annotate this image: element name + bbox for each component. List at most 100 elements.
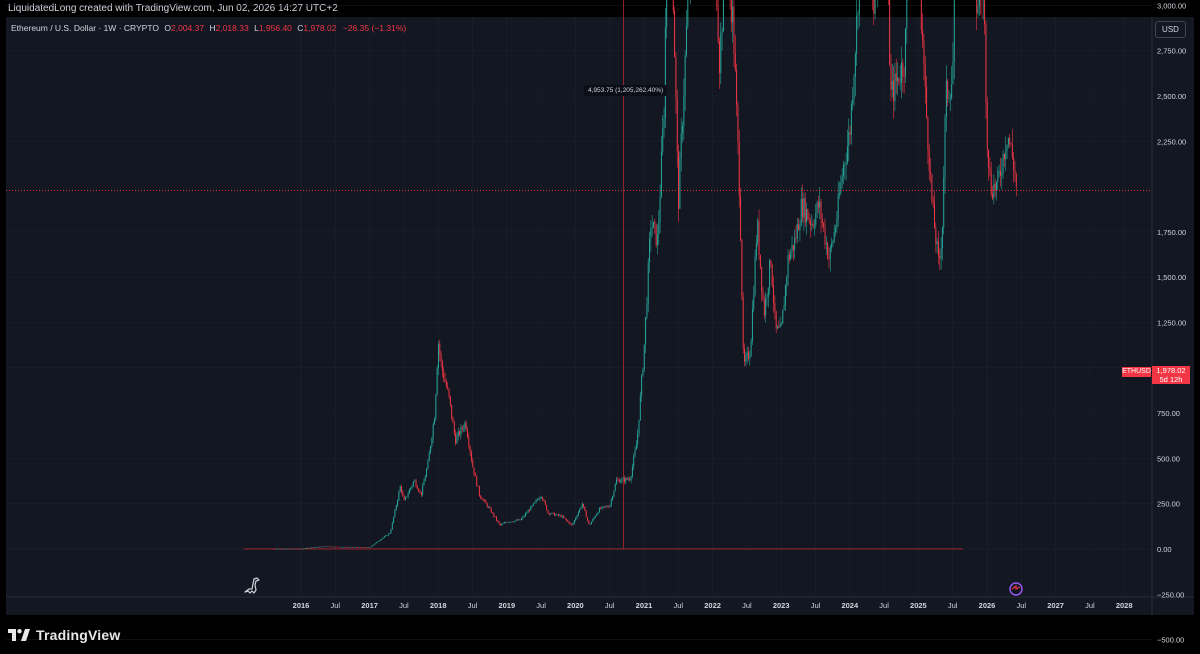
candle-body	[844, 164, 846, 166]
tradingview-logo[interactable]: TradingView	[8, 624, 120, 646]
x-tick-label: 2019	[498, 601, 515, 610]
candle-body	[307, 547, 309, 549]
candle-body	[531, 505, 533, 507]
candle-body	[874, 0, 876, 14]
candle-body	[311, 547, 313, 549]
candle-body	[372, 545, 374, 547]
candle-body	[496, 516, 498, 521]
candle-body	[626, 477, 628, 480]
candle-body	[664, 27, 666, 119]
legend-close-value: 1,978.02	[303, 23, 337, 33]
candle-body	[275, 548, 277, 550]
candle-body	[684, 55, 686, 96]
candle-body	[456, 435, 458, 444]
candle-body	[676, 98, 678, 152]
candle-body	[679, 158, 681, 209]
currency-button[interactable]: USD	[1155, 21, 1186, 38]
candle-body	[419, 491, 421, 492]
candle-body	[746, 352, 748, 356]
candle-body	[895, 73, 897, 81]
candle-body	[551, 512, 553, 514]
candle-body	[463, 428, 465, 430]
legend-symbol: Ethereum / U.S. Dollar · 1W · CRYPTO	[11, 23, 159, 33]
candle-body	[321, 546, 323, 548]
candle-body	[375, 542, 377, 544]
candle-body	[506, 522, 508, 524]
candle-body	[787, 254, 789, 278]
candle-body	[440, 353, 442, 362]
candle-body	[418, 488, 420, 492]
candle-body	[953, 0, 955, 62]
candle-body	[889, 0, 891, 65]
candle-body	[390, 529, 392, 534]
candle-body	[1013, 157, 1015, 170]
candle-body	[800, 198, 802, 226]
candle-body	[416, 486, 418, 489]
candle-body	[377, 541, 379, 543]
y-tick-label: 750.00	[1157, 409, 1180, 418]
candle-body	[932, 198, 934, 203]
candle-body	[782, 310, 784, 324]
candle-body	[474, 474, 476, 477]
candle-body	[354, 547, 356, 548]
candle-body	[663, 118, 665, 128]
candle-body	[978, 0, 980, 7]
candle-body	[473, 467, 475, 475]
candle-body	[302, 548, 304, 550]
candle-body	[435, 394, 437, 419]
candle-body	[550, 513, 552, 515]
candle-body	[394, 509, 396, 517]
candle-body	[839, 193, 841, 195]
candle-body	[515, 519, 517, 521]
candle-body	[660, 151, 662, 197]
legend-open-value: 2,004.37	[171, 23, 205, 33]
candle-body	[386, 535, 388, 536]
candle-body	[518, 519, 520, 521]
candle-body	[794, 237, 796, 251]
candle-body	[753, 295, 755, 309]
candle-body	[333, 546, 335, 548]
candle-body	[749, 356, 751, 359]
candle-body	[341, 546, 343, 548]
candle-body	[332, 546, 334, 548]
candle-body	[933, 202, 935, 229]
candle-body	[622, 478, 624, 479]
candle-body	[282, 548, 284, 550]
candle-body	[345, 547, 347, 548]
candle-body	[535, 500, 537, 503]
candle-body	[618, 479, 620, 483]
candle-body	[580, 507, 582, 509]
candle-body	[556, 514, 558, 515]
price-chart[interactable]: 5,500.005,250.005,000.004,750.004,500.00…	[0, 0, 1200, 654]
candle-body	[638, 419, 640, 434]
candle-body	[894, 73, 896, 102]
candle-body	[821, 218, 823, 224]
candle-body	[583, 503, 585, 507]
candle-body	[451, 404, 453, 418]
candle-body	[741, 240, 743, 298]
candle-body	[837, 194, 839, 220]
candle-body	[608, 506, 610, 508]
y-tick-label: 250.00	[1157, 500, 1180, 509]
candle-body	[604, 506, 606, 508]
candle-body	[383, 536, 385, 538]
candle-body	[643, 344, 645, 370]
x-tick-label: Jul	[948, 601, 958, 610]
candle-body	[984, 0, 986, 25]
candle-body	[796, 223, 798, 239]
candle-body	[820, 201, 822, 219]
candle-body	[546, 504, 548, 511]
candle-body	[286, 548, 288, 550]
y-tick-label: 2,250.00	[1157, 137, 1186, 146]
x-tick-label: 2018	[430, 601, 447, 610]
candle-body	[623, 478, 625, 482]
candle-body	[849, 132, 851, 135]
candle-body	[873, 0, 875, 14]
candle-body	[742, 297, 744, 349]
candle-body	[348, 547, 350, 548]
candle-body	[581, 503, 583, 508]
candle-body	[488, 506, 490, 508]
candle-body	[411, 485, 413, 488]
x-tick-label: 2022	[704, 601, 721, 610]
candle-body	[283, 548, 285, 550]
